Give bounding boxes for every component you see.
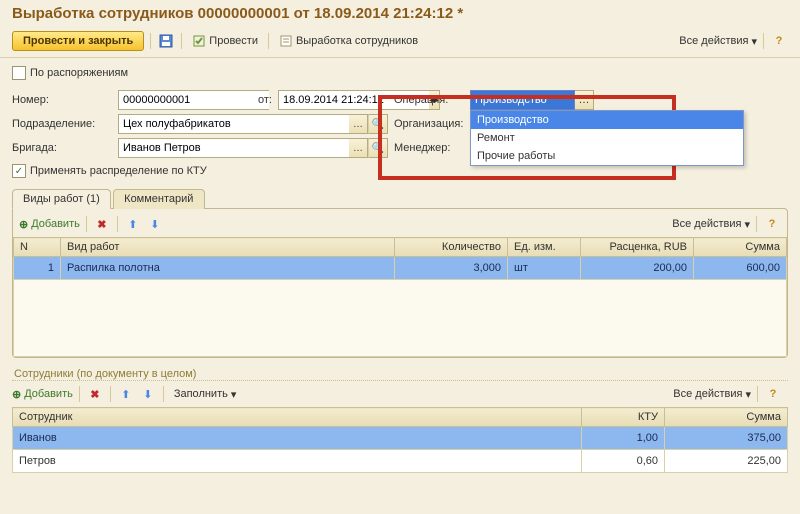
operation-option[interactable]: Ремонт (471, 129, 743, 147)
emp-output-label: Выработка сотрудников (296, 35, 418, 47)
emp-output-button[interactable]: Выработка сотрудников (275, 32, 422, 50)
by-orders-label: По распоряжениям (30, 67, 128, 79)
col-price[interactable]: Расценка, RUB (581, 238, 694, 257)
move-up-icon[interactable]: ⬆ (117, 385, 135, 403)
search-icon[interactable]: 🔍 (368, 114, 388, 134)
main-toolbar: Провести и закрыть Провести Выработка со… (0, 29, 800, 58)
fill-button[interactable]: Заполнить ▾ (170, 386, 241, 403)
post-label: Провести (209, 35, 258, 47)
all-actions-dropdown[interactable]: Все действия ▾ (679, 35, 757, 48)
tab-works[interactable]: Виды работ (1) (12, 189, 111, 209)
post-button[interactable]: Провести (188, 32, 262, 50)
operation-open-button[interactable]: … (575, 90, 594, 110)
save-icon[interactable] (157, 32, 175, 50)
works-all-actions[interactable]: Все действия ▾ (672, 218, 750, 231)
plus-icon: ⊕ (19, 218, 28, 231)
col-unit[interactable]: Ед. изм. (508, 238, 581, 257)
number-label: Номер: (12, 94, 112, 106)
table-row[interactable]: Иванов 1,00 375,00 (13, 427, 788, 450)
org-label: Организация: (394, 118, 464, 130)
pick-icon[interactable]: … (349, 114, 368, 134)
col-ktu[interactable]: КТУ (582, 408, 665, 427)
plus-icon: ⊕ (12, 388, 21, 401)
move-down-icon[interactable]: ⬇ (146, 215, 164, 233)
from-label: от: (258, 94, 272, 106)
add-employee-button[interactable]: ⊕ Добавить (12, 388, 73, 401)
manager-label: Менеджер: (394, 142, 464, 154)
help-icon[interactable]: ? (763, 215, 781, 233)
operation-option[interactable]: Прочие работы (471, 147, 743, 165)
tab-comment[interactable]: Комментарий (113, 189, 205, 209)
operation-input[interactable] (470, 90, 575, 110)
chevron-down-icon: ▾ (231, 388, 237, 401)
col-n[interactable]: N (14, 238, 61, 257)
move-down-icon[interactable]: ⬇ (139, 385, 157, 403)
page-title: Выработка сотрудников 00000000001 от 18.… (0, 0, 800, 29)
delete-icon[interactable]: ✖ (86, 385, 104, 403)
brigade-label: Бригада: (12, 142, 112, 154)
ktu-checkbox[interactable]: ✓ (12, 164, 26, 178)
help-icon[interactable]: ? (770, 32, 788, 50)
by-orders-checkbox[interactable] (12, 66, 26, 80)
operation-dropdown: Производство Ремонт Прочие работы (470, 110, 744, 166)
post-and-close-button[interactable]: Провести и закрыть (12, 31, 144, 51)
col-emp[interactable]: Сотрудник (13, 408, 582, 427)
col-type[interactable]: Вид работ (61, 238, 395, 257)
employees-all-actions[interactable]: Все действия ▾ (673, 388, 751, 401)
subdivision-label: Подразделение: (12, 118, 112, 130)
add-work-button[interactable]: ⊕ Добавить (19, 218, 80, 231)
col-sum[interactable]: Сумма (694, 238, 787, 257)
pick-icon[interactable]: … (349, 138, 368, 158)
employees-table: Сотрудник КТУ Сумма Иванов 1,00 375,00 П… (12, 407, 788, 473)
chevron-down-icon: ▾ (744, 218, 750, 231)
brigade-input[interactable] (118, 138, 349, 158)
operation-label: Операция: (394, 94, 464, 106)
table-row[interactable]: 1 Распилка полотна 3,000 шт 200,00 600,0… (14, 257, 787, 280)
help-icon[interactable]: ? (764, 385, 782, 403)
operation-option[interactable]: Производство (471, 111, 743, 129)
subdivision-input[interactable] (118, 114, 349, 134)
move-up-icon[interactable]: ⬆ (124, 215, 142, 233)
table-row[interactable]: Петров 0,60 225,00 (13, 450, 788, 473)
delete-icon[interactable]: ✖ (93, 215, 111, 233)
works-table: N Вид работ Количество Ед. изм. Расценка… (13, 237, 787, 357)
chevron-down-icon: ▾ (745, 388, 751, 401)
number-input[interactable] (118, 90, 269, 110)
col-qty[interactable]: Количество (395, 238, 508, 257)
works-panel: ⊕ Добавить ✖ ⬆ ⬇ Все действия ▾ ? N (12, 208, 788, 358)
chevron-down-icon: ▾ (751, 35, 757, 48)
col-sum[interactable]: Сумма (665, 408, 788, 427)
employees-section-title: Сотрудники (по документу в целом) (12, 368, 788, 381)
search-icon[interactable]: 🔍 (368, 138, 388, 158)
ktu-label: Применять распределение по КТУ (30, 165, 207, 177)
